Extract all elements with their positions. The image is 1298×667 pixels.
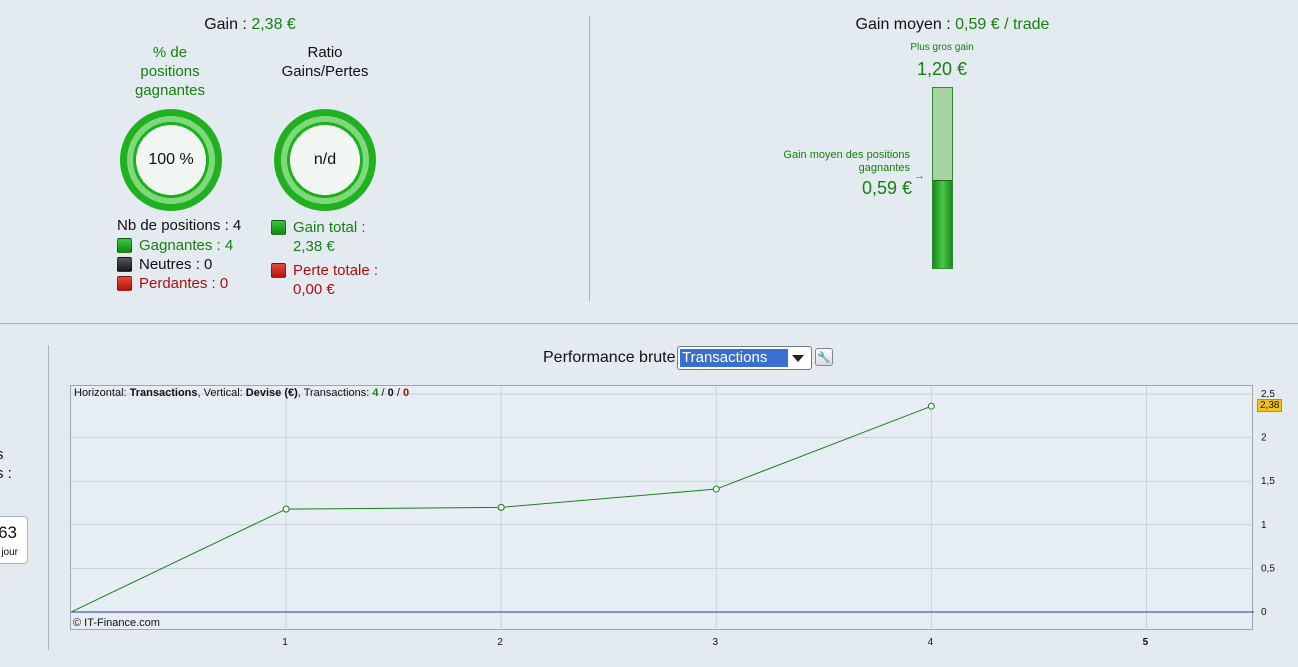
x-tick-label: 4 xyxy=(928,637,934,648)
x-tick-label: 3 xyxy=(712,637,718,648)
y-tick-label: 2 xyxy=(1261,433,1267,444)
y-tick-label: 0 xyxy=(1261,607,1267,618)
y-tick-label: 0,5 xyxy=(1261,563,1275,574)
x-tick-label: 5 xyxy=(1143,637,1149,648)
y-tick-label: 1 xyxy=(1261,520,1267,531)
last-value-badge: 2,38 xyxy=(1257,399,1283,412)
x-tick-label: 1 xyxy=(282,637,288,648)
y-tick-label: 1,5 xyxy=(1261,476,1275,487)
chart-axes: 1 2 3 4 500,511,522,5 xyxy=(282,389,1275,648)
x-tick-label: 2 xyxy=(497,637,503,648)
